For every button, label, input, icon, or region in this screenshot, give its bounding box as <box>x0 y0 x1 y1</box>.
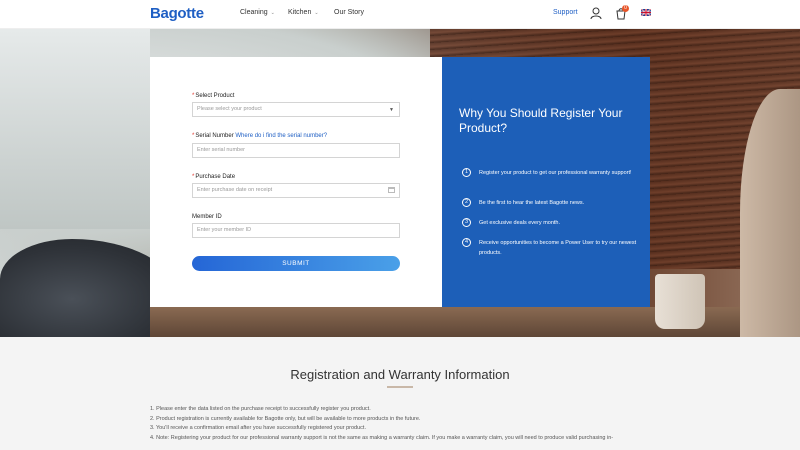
top-nav-bar: Bagotte Cleaning ⌄ Kitchen ⌄ Our Story Sup… <box>0 0 800 29</box>
hero-window <box>0 29 150 229</box>
member-id-input[interactable]: Enter your member ID <box>192 223 400 238</box>
benefit-text: Be the first to hear the latest Bagotte … <box>479 200 585 206</box>
nav-our-story[interactable]: Our Story <box>334 9 364 16</box>
number-circle-icon: 1 <box>462 168 471 177</box>
serial-help-link[interactable]: Where do i find the serial number? <box>235 133 327 139</box>
nav-our-story-label: Our Story <box>334 9 364 16</box>
serial-label: *Serial Number Where do i find the seria… <box>192 133 327 139</box>
member-id-label: Member ID <box>192 214 222 220</box>
cart-count-badge: 0 <box>622 5 629 12</box>
brand-logo[interactable]: Bagotte <box>150 5 204 22</box>
calendar-icon[interactable] <box>388 187 395 193</box>
nav-cleaning-label: Cleaning <box>240 9 268 16</box>
user-icon[interactable] <box>590 7 602 20</box>
why-register-title: Why You Should Register Your Product? <box>459 106 623 135</box>
nav-cleaning[interactable]: Cleaning ⌄ <box>240 9 275 16</box>
serial-number-input[interactable]: Enter serial number <box>192 143 400 158</box>
why-register-panel: Why You Should Register Your Product? 1 … <box>442 57 650 307</box>
product-select[interactable]: Please select your product ▼ <box>192 102 400 117</box>
required-marker: * <box>192 93 195 99</box>
info-line: 4. Note: Registering your product for ou… <box>150 434 614 441</box>
chevron-down-icon: ⌄ <box>314 10 319 16</box>
purchase-date-label: *Purchase Date <box>192 174 235 180</box>
required-marker: * <box>192 133 195 139</box>
nav-kitchen[interactable]: Kitchen ⌄ <box>288 9 319 16</box>
member-id-placeholder: Enter your member ID <box>197 227 252 233</box>
benefit-text: Register your product to get our profess… <box>479 170 632 176</box>
registration-form: *Select Product Please select your produ… <box>150 57 442 307</box>
product-label: *Select Product <box>192 93 234 99</box>
uk-flag-icon[interactable] <box>641 9 651 16</box>
chevron-down-icon: ⌄ <box>270 10 275 16</box>
number-circle-icon: 2 <box>462 198 471 207</box>
benefit-text: Receive opportunities to become a Power … <box>479 240 637 256</box>
purchase-date-placeholder: Enter purchase date on receipt <box>197 187 273 193</box>
info-line: 2. Product registration is currently ava… <box>150 415 421 422</box>
info-line: 3. You'll receive a confirmation email a… <box>150 425 366 431</box>
title-divider <box>387 386 413 388</box>
info-line: 1. Please enter the data listed on the p… <box>150 406 371 412</box>
serial-number-placeholder: Enter serial number <box>197 147 245 153</box>
support-link[interactable]: Support <box>553 9 578 16</box>
serial-label-text: Serial Number <box>195 133 234 139</box>
number-circle-icon: 3 <box>462 218 471 227</box>
chevron-down-icon: ▼ <box>389 107 394 113</box>
section-title: Registration and Warranty Information <box>290 367 510 382</box>
product-select-placeholder: Please select your product <box>197 106 262 112</box>
registration-info-section: Registration and Warranty Information 1.… <box>0 337 800 450</box>
submit-button[interactable]: SUBMIT <box>192 256 400 271</box>
number-circle-icon: 4 <box>462 238 471 247</box>
product-label-text: Select Product <box>195 93 235 99</box>
purchase-date-label-text: Purchase Date <box>195 174 236 180</box>
benefit-text: Get exclusive deals every month. <box>479 220 561 226</box>
registration-info-list: 1. Please enter the data listed on the p… <box>150 405 660 443</box>
purchase-date-input[interactable]: Enter purchase date on receipt <box>192 183 400 198</box>
hero-mug <box>655 274 705 329</box>
nav-kitchen-label: Kitchen <box>288 9 312 16</box>
required-marker: * <box>192 174 195 180</box>
